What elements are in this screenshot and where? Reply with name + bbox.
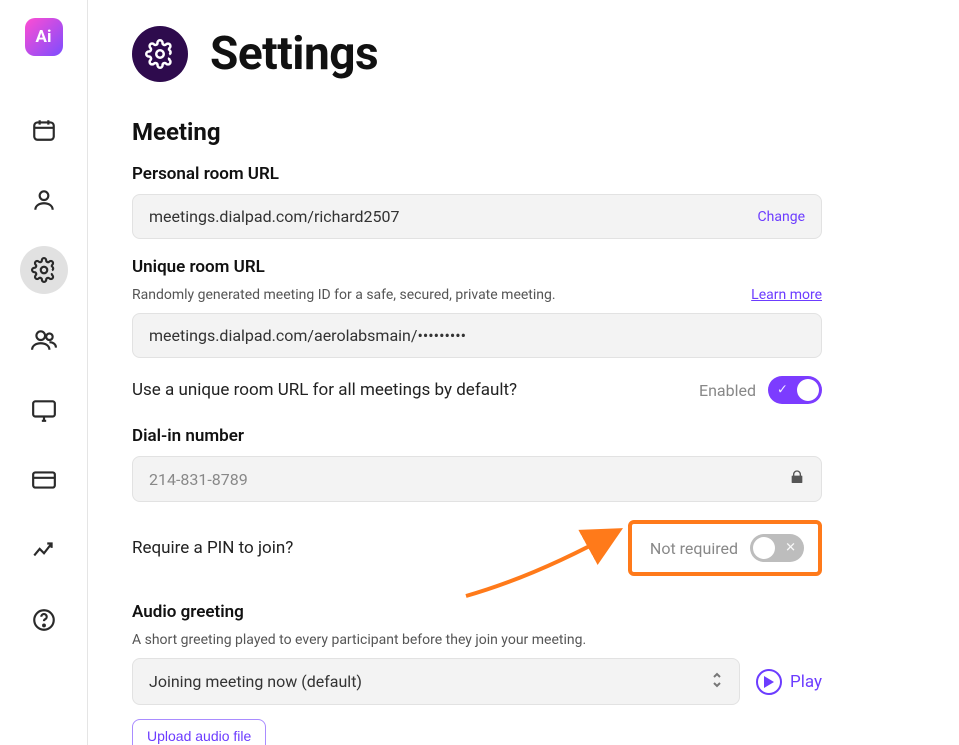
unique-room-url-value: meetings.dialpad.com/aerolabsmain/••••••…	[149, 326, 466, 345]
dial-in-value: 214-831-8789	[149, 470, 248, 489]
unique-room-url-field[interactable]: meetings.dialpad.com/aerolabsmain/••••••…	[132, 313, 822, 358]
x-icon: ✕	[785, 541, 796, 556]
pin-highlight-box: Not required ✕	[628, 520, 822, 576]
audio-greeting-select[interactable]: Joining meeting now (default)	[132, 658, 740, 705]
nav-items	[20, 106, 68, 644]
nav-billing[interactable]	[20, 456, 68, 504]
nav-settings[interactable]	[20, 246, 68, 294]
nav-profile[interactable]	[20, 176, 68, 224]
dial-in-field: 214-831-8789	[132, 456, 822, 502]
dial-in-label: Dial-in number	[132, 426, 822, 446]
gear-icon	[145, 39, 175, 69]
calendar-icon	[31, 117, 57, 143]
section-title-meeting: Meeting	[132, 118, 822, 146]
check-icon: ✓	[777, 383, 788, 398]
pin-row: Require a PIN to join? Not required ✕	[132, 520, 822, 576]
audio-greeting-label: Audio greeting	[132, 602, 822, 622]
personal-room-url-value: meetings.dialpad.com/richard2507	[149, 207, 399, 226]
lock-icon	[789, 469, 805, 489]
credit-card-icon	[31, 467, 57, 493]
page-title: Settings	[210, 27, 378, 81]
help-icon	[31, 607, 57, 633]
unique-room-label: Unique room URL	[132, 257, 822, 277]
main-content: Settings Meeting Personal room URL meeti…	[88, 0, 959, 745]
nav-analytics[interactable]	[20, 526, 68, 574]
meeting-section: Meeting Personal room URL meetings.dialp…	[132, 118, 822, 745]
nav-team[interactable]	[20, 316, 68, 364]
unique-default-toggle[interactable]: ✓	[768, 376, 822, 404]
play-icon	[756, 669, 782, 695]
change-link[interactable]: Change	[758, 209, 805, 225]
person-icon	[31, 187, 57, 213]
page-header: Settings	[132, 26, 915, 82]
audio-row: Joining meeting now (default) Play	[132, 658, 822, 705]
audio-greeting-selected: Joining meeting now (default)	[149, 672, 362, 691]
chevron-updown-icon	[711, 671, 723, 692]
monitor-icon	[31, 397, 57, 423]
nav-calendar[interactable]	[20, 106, 68, 154]
personal-room-url-field[interactable]: meetings.dialpad.com/richard2507 Change	[132, 194, 822, 239]
trend-icon	[31, 537, 57, 563]
nav-display[interactable]	[20, 386, 68, 434]
unique-room-sub: Randomly generated meeting ID for a safe…	[132, 287, 822, 303]
nav-help[interactable]	[20, 596, 68, 644]
sidebar: Ai	[0, 0, 88, 745]
pin-question: Require a PIN to join?	[132, 538, 293, 558]
unique-default-state: Enabled	[699, 381, 756, 400]
audio-greeting-description: A short greeting played to every partici…	[132, 632, 822, 648]
pin-state: Not required	[650, 539, 738, 558]
unique-default-row: Use a unique room URL for all meetings b…	[132, 376, 822, 404]
toggle-knob	[797, 379, 819, 401]
unique-default-toggle-group: Enabled ✓	[699, 376, 822, 404]
unique-default-question: Use a unique room URL for all meetings b…	[132, 380, 517, 400]
app-logo[interactable]: Ai	[25, 18, 63, 56]
unique-room-description: Randomly generated meeting ID for a safe…	[132, 287, 556, 303]
learn-more-link[interactable]: Learn more	[751, 287, 822, 303]
people-icon	[31, 327, 57, 353]
page-header-icon-wrap	[132, 26, 188, 82]
play-label: Play	[790, 672, 822, 692]
play-button[interactable]: Play	[756, 669, 822, 695]
upload-audio-button[interactable]: Upload audio file	[132, 719, 266, 745]
pin-toggle[interactable]: ✕	[750, 534, 804, 562]
toggle-knob	[753, 537, 775, 559]
gear-icon	[31, 257, 57, 283]
personal-room-label: Personal room URL	[132, 164, 822, 184]
